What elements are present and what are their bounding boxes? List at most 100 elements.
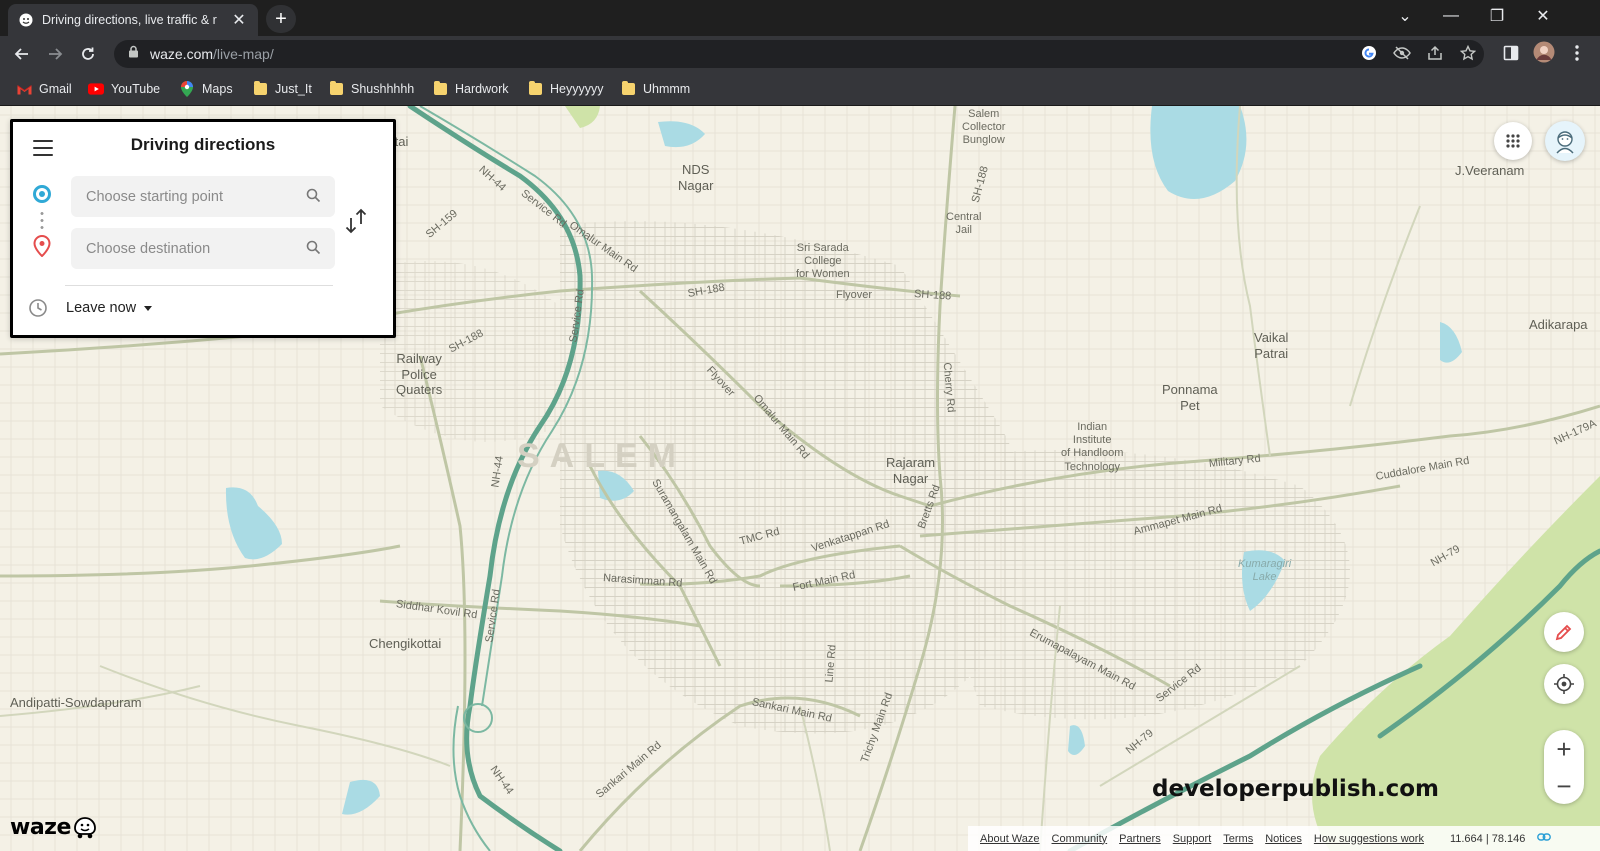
bookmark-label: Shushhhhh xyxy=(351,82,415,96)
profile-avatar[interactable] xyxy=(1533,41,1555,63)
bookmark-label: Hardwork xyxy=(455,82,509,96)
bookmark-label: Gmail xyxy=(39,82,72,96)
destination-input[interactable]: Choose destination xyxy=(71,228,335,269)
new-tab-button[interactable]: + xyxy=(266,5,296,33)
map-label-nds-nagar: NDS Nagar xyxy=(678,162,714,193)
map-label-ponnama-pet: Ponnama Pet xyxy=(1162,382,1218,413)
browser-menu-kebab-icon[interactable] xyxy=(1566,42,1588,64)
map-label-andipatti-sowdapuram: Andipatti-Sowdapuram xyxy=(10,695,142,710)
panel-title: Driving directions xyxy=(130,135,276,154)
leave-now-label: Leave now xyxy=(66,300,137,316)
route-dots-icon xyxy=(40,210,44,230)
map-coordinates: 11.664 | 78.146 xyxy=(1449,832,1526,845)
footer-link-partners[interactable]: Partners xyxy=(1119,833,1161,845)
side-panel-icon[interactable] xyxy=(1500,42,1522,64)
footer-link-about-waze[interactable]: About Waze xyxy=(980,833,1040,845)
back-arrow-icon[interactable] xyxy=(8,40,36,68)
search-icon[interactable] xyxy=(306,240,321,259)
footer-link-terms[interactable]: Terms xyxy=(1223,833,1253,845)
browser-tab-waze[interactable]: Driving directions, live traffic & r ✕ xyxy=(8,4,258,36)
map-label-chengikottai: Chengikottai xyxy=(369,636,442,651)
lock-icon[interactable] xyxy=(128,45,140,63)
leave-now-dropdown[interactable]: Leave now xyxy=(66,300,153,316)
minimize-button[interactable]: — xyxy=(1428,0,1474,32)
footer-link-support[interactable]: Support xyxy=(1173,833,1212,845)
destination-placeholder: Choose destination xyxy=(86,240,211,257)
bookmark-folder-uhmmm[interactable]: Uhmmm xyxy=(620,80,690,98)
folder-icon xyxy=(620,81,636,96)
waze-favicon-icon xyxy=(18,12,34,28)
gmail-icon xyxy=(16,82,32,96)
watermark-text: developerpublish.com xyxy=(1152,776,1440,802)
map-label-central-jail: Central Jail xyxy=(946,211,982,237)
share-icon[interactable] xyxy=(1424,42,1446,64)
search-icon[interactable] xyxy=(306,188,321,207)
bookmark-folder-just-it[interactable]: Just_It xyxy=(252,80,312,98)
map-label-city-salem: SALEM xyxy=(517,437,686,475)
map-footer: About Waze Community Partners Support Te… xyxy=(968,826,1600,851)
zoom-control: + − xyxy=(1544,730,1584,804)
apps-grid-icon xyxy=(1506,134,1520,148)
restore-button[interactable]: ❐ xyxy=(1474,0,1520,32)
address-bar[interactable]: waze.com/live-map/ xyxy=(114,40,1484,68)
bookmark-label: YouTube xyxy=(111,82,161,96)
bookmark-label: Just_It xyxy=(275,82,312,96)
map-label-adikarapatti: Adikarapa xyxy=(1529,317,1588,332)
bookmark-youtube[interactable]: YouTube xyxy=(88,80,160,98)
bookmarks-bar: Gmail YouTube Maps Just_It Shushhhhh Har… xyxy=(0,72,1600,106)
footer-link-community[interactable]: Community xyxy=(1052,833,1108,845)
report-hazard-button[interactable] xyxy=(1544,612,1584,652)
folder-icon xyxy=(527,81,543,96)
bookmark-label: Heyyyyyy xyxy=(550,82,604,96)
clock-icon xyxy=(28,298,48,323)
footer-link-notices[interactable]: Notices xyxy=(1265,833,1302,845)
reload-icon[interactable] xyxy=(74,40,102,68)
youtube-icon xyxy=(88,82,104,96)
zoom-out-button[interactable]: − xyxy=(1544,767,1584,804)
link-icon[interactable] xyxy=(1537,832,1552,845)
maps-icon xyxy=(179,81,195,97)
google-lens-icon[interactable] xyxy=(1358,42,1380,64)
forward-arrow-icon[interactable] xyxy=(41,40,69,68)
close-window-button[interactable]: ✕ xyxy=(1520,0,1566,32)
bookmark-folder-shushhhhh[interactable]: Shushhhhh xyxy=(328,80,414,98)
browser-tab-bar: Driving directions, live traffic & r ✕ +… xyxy=(0,0,1600,36)
tab-close-icon[interactable]: ✕ xyxy=(230,10,248,30)
eye-slash-icon[interactable] xyxy=(1391,42,1413,64)
apps-grid-button[interactable] xyxy=(1494,122,1532,160)
map-label-kumaragiri-lake: Kumaragiri Lake xyxy=(1238,558,1292,584)
driving-directions-panel: Driving directions Choose starting point… xyxy=(10,119,396,338)
map-label-collector-bunglow: Salem Collector Bunglow xyxy=(962,108,1006,147)
bookmark-folder-heyyyyyy[interactable]: Heyyyyyy xyxy=(527,80,603,98)
url-path: /live-map/ xyxy=(213,46,274,62)
user-avatar-icon xyxy=(1556,131,1574,154)
starting-point-input[interactable]: Choose starting point xyxy=(71,176,335,217)
zoom-in-button[interactable]: + xyxy=(1544,730,1584,767)
road-label: SH-188 xyxy=(913,288,952,303)
starting-point-placeholder: Choose starting point xyxy=(86,188,224,205)
tab-search-chevron-icon[interactable]: ⌄ xyxy=(1382,0,1428,32)
bookmark-folder-hardwork[interactable]: Hardwork xyxy=(432,80,509,98)
swap-direction-icon[interactable] xyxy=(343,208,369,239)
map-label-sri-sarada-college: Sri Sarada College for Women xyxy=(796,242,850,281)
browser-toolbar: waze.com/live-map/ xyxy=(0,36,1600,72)
bookmark-star-icon[interactable] xyxy=(1457,42,1479,64)
bookmark-gmail[interactable]: Gmail xyxy=(16,80,72,98)
tab-title: Driving directions, live traffic & r xyxy=(42,13,217,27)
caret-down-icon xyxy=(144,305,153,311)
map-label-j-veeranam: J.Veeranam xyxy=(1455,163,1525,178)
bookmark-maps[interactable]: Maps xyxy=(179,80,233,98)
folder-icon xyxy=(252,81,268,96)
waze-profile-avatar[interactable] xyxy=(1545,121,1585,161)
map-label-railway-police-quaters: Railway Police Quaters xyxy=(396,351,443,398)
pencil-icon xyxy=(1555,624,1572,641)
waze-logo-text: waze xyxy=(10,814,71,840)
footer-link-how-suggestions-work[interactable]: How suggestions work xyxy=(1314,833,1424,845)
map-label-indian-institute-handloom: Indian Institute of Handloom Technology xyxy=(1061,421,1124,473)
waze-smiley-icon xyxy=(74,817,96,839)
bookmark-label: Uhmmm xyxy=(643,82,691,96)
my-location-button[interactable] xyxy=(1544,664,1584,704)
waze-logo[interactable]: waze xyxy=(10,814,99,840)
map-label-vaikal-patrai: Vaikal Patrai xyxy=(1254,330,1289,361)
url-host: waze.com xyxy=(150,46,214,62)
